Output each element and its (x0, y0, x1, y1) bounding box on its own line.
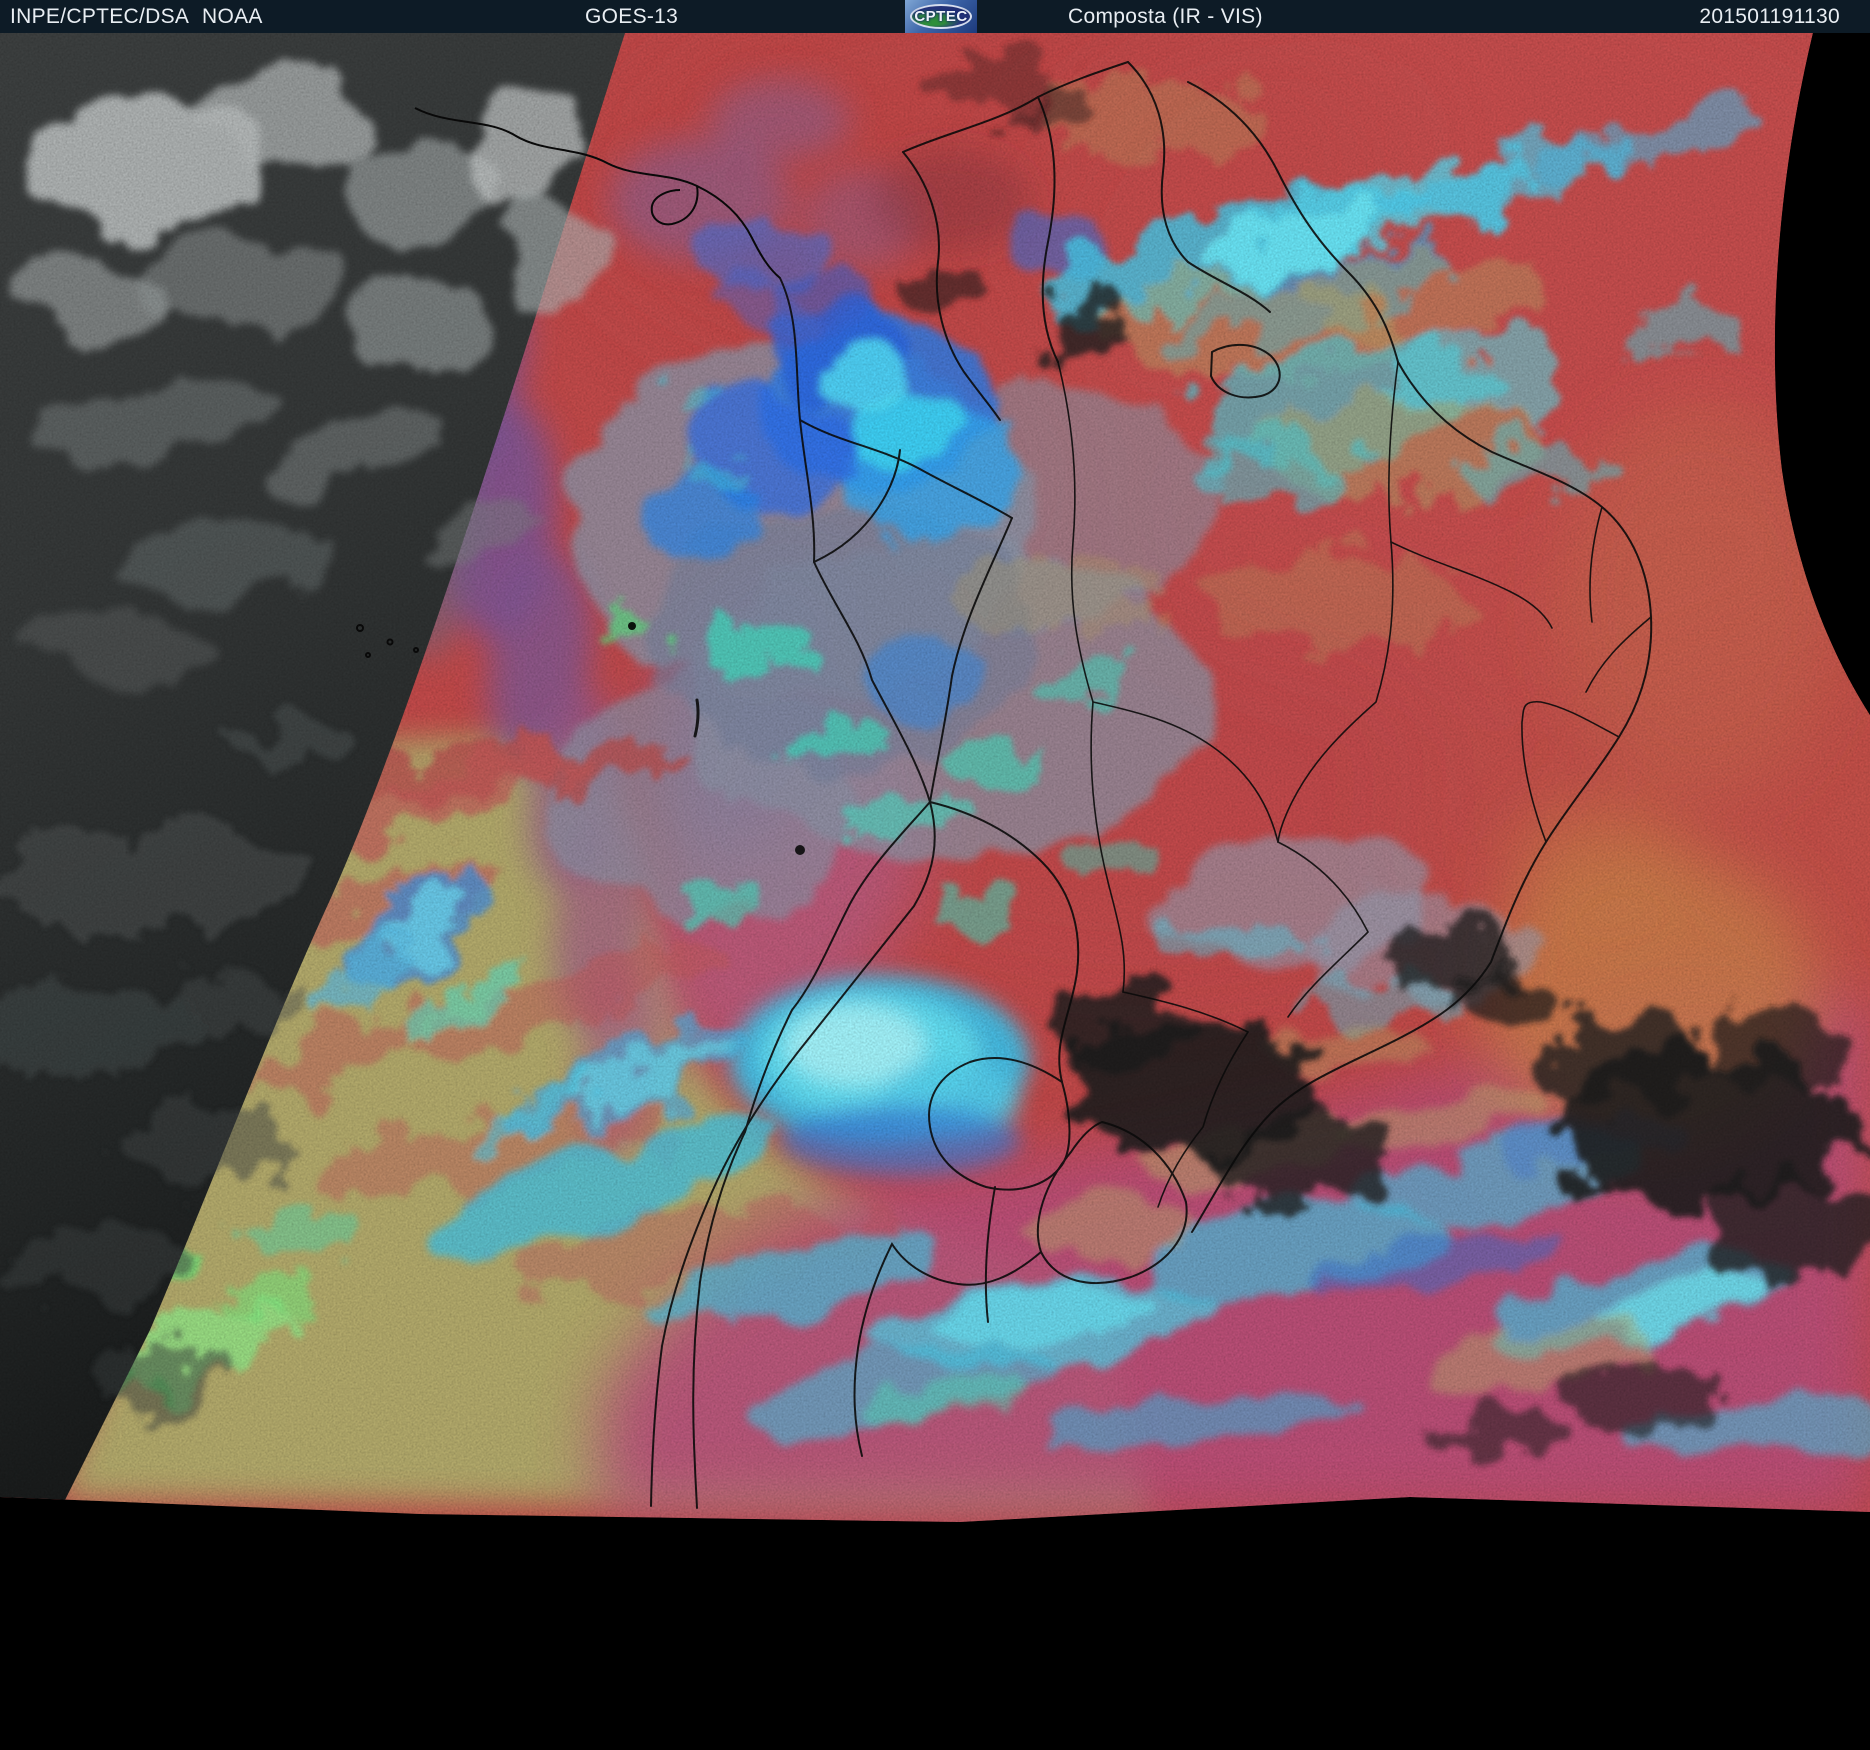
timestamp-label: 201501191130 (1699, 5, 1840, 28)
satellite-label: GOES-13 (585, 5, 679, 28)
satellite-composite-image (0, 33, 1870, 1750)
cptec-logo-text: CPTEC (914, 8, 968, 25)
product-label: Composta (IR - VIS) (1068, 5, 1263, 28)
satellite-image-viewer: INPE/CPTEC/DSA NOAA GOES-13 CPTEC Compos… (0, 0, 1870, 1750)
title-bar: INPE/CPTEC/DSA NOAA GOES-13 CPTEC Compos… (0, 0, 1870, 33)
cptec-logo: CPTEC (905, 0, 977, 33)
noaa-label: NOAA (202, 5, 263, 28)
lake-dot (628, 622, 636, 630)
satellite-map (0, 33, 1870, 1750)
agency-label: INPE/CPTEC/DSA (10, 5, 190, 28)
